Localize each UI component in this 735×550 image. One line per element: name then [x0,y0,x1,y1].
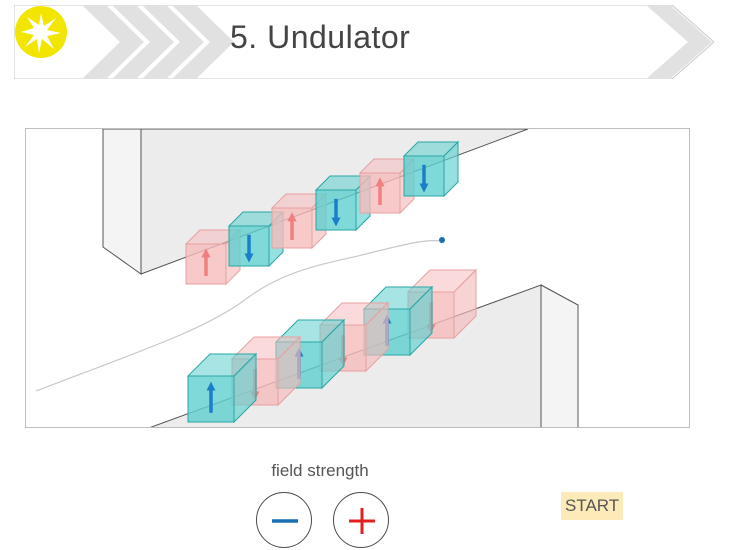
undulator-scene [25,128,690,428]
header-banner: 5. Undulator [14,5,714,79]
plus-icon [349,508,375,534]
decrease-field-button[interactable] [256,492,312,548]
electron-dot [439,237,445,243]
undulator-diagram [35,129,579,427]
top-magnet-down [402,140,460,198]
start-button[interactable]: START [561,492,624,520]
starburst-icon [15,6,67,58]
field-strength-label: field strength [271,461,369,480]
minus-icon [272,519,298,523]
page-title: 5. Undulator [230,19,411,55]
increase-field-button[interactable] [333,492,389,548]
